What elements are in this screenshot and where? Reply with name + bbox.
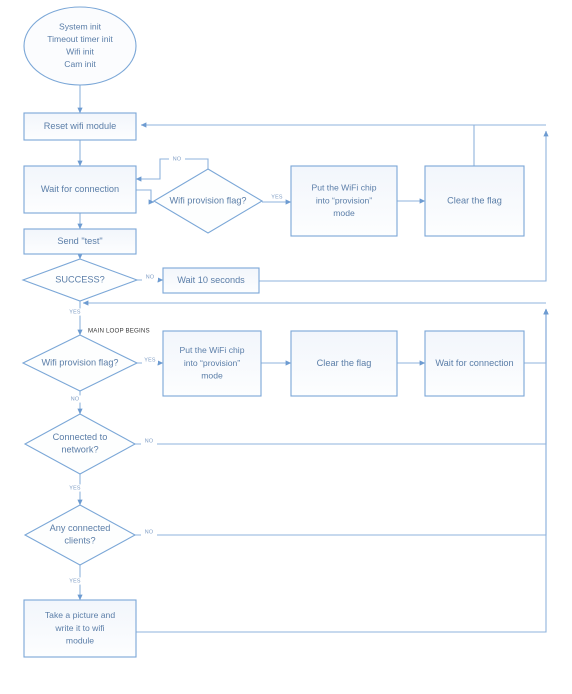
process-reset-wifi-module-label-line-0: Reset wifi module — [44, 121, 117, 131]
edge-provision-flag-yes-to-provision-mode-label: YES — [271, 194, 283, 200]
edge-provision-flag-2-no-to-connected-net-label: NO — [71, 396, 80, 402]
decision-wifi-provision-flag-init[interactable]: Wifi provision flag? — [152, 168, 264, 234]
decision-connected-to-network-label-line-0: Connected to — [53, 432, 108, 442]
process-wait-for-connection-main-loop-label-line-0: Wait for connection — [435, 358, 513, 368]
process-take-picture-write-to-wifi-module-label-line-2: module — [66, 635, 94, 645]
annotation-main-loop-begins: MAIN LOOP BEGINS — [88, 328, 150, 335]
process-take-picture-write-to-wifi-module-label-line-0: Take a picture and — [45, 610, 115, 620]
edge-connected-net-no-to-main-bus-label: NO — [145, 438, 154, 444]
decision-any-connected-clients-label-line-1: clients? — [64, 536, 95, 546]
edge-success-no-to-wait-10s-label: NO — [146, 274, 155, 280]
process-reset-wifi-module[interactable]: Reset wifi module — [23, 112, 137, 141]
decision-wifi-provision-flag-main-loop-label-line-0: Wifi provision flag? — [41, 357, 118, 367]
edge-any-clients-yes-to-take-picture-label: YES — [69, 578, 81, 584]
start-terminator-label-line-2: Wifi init — [66, 47, 94, 57]
decision-wifi-provision-flag-init-label-line-0: Wifi provision flag? — [169, 195, 246, 205]
edge-clear-flag-up-to-reset-bus — [473, 124, 540, 166]
process-wait-for-connection-init[interactable]: Wait for connection — [23, 165, 137, 214]
process-put-wifi-chip-provision-mode-init[interactable]: Put the WiFi chip into “provision” mode — [290, 165, 398, 237]
process-clear-the-flag-main-loop[interactable]: Clear the flag — [290, 330, 398, 397]
edge-wait-connection-2-to-main-bus — [524, 308, 549, 364]
process-put-wifi-chip-provision-mode-main-loop-label-line-0: Put the WiFi chip — [180, 345, 245, 355]
process-take-picture-write-to-wifi-module[interactable]: Take a picture and write it to wifi module — [23, 599, 137, 658]
decision-any-connected-clients-label-line-0: Any connected — [50, 523, 111, 533]
decision-success[interactable]: SUCCESS? — [21, 258, 139, 302]
edge-wait-connection-to-provision-flag — [136, 189, 155, 205]
decision-any-connected-clients[interactable]: Any connected clients? — [23, 504, 137, 566]
process-wait-for-connection-main-loop[interactable]: Wait for connection — [424, 330, 525, 397]
decision-wifi-provision-flag-main-loop[interactable]: Wifi provision flag? — [21, 334, 139, 392]
process-wait-10-seconds[interactable]: Wait 10 seconds — [162, 267, 260, 294]
edge-any-clients-no-to-main-bus-label: NO — [145, 529, 154, 535]
process-clear-the-flag-init[interactable]: Clear the flag — [424, 165, 525, 237]
decision-success-label-line-0: SUCCESS? — [55, 274, 105, 284]
annotations-layer: MAIN LOOP BEGINS — [88, 328, 150, 335]
process-send-test-label-line-0: Send "test" — [57, 236, 102, 246]
flowchart-svg: System init Timeout timer init Wifi init Ca… — [21, 6, 549, 658]
start-terminator[interactable]: System init Timeout timer init Wifi init Ca… — [23, 6, 137, 86]
process-take-picture-write-to-wifi-module-label-line-1: write it to wifi — [54, 623, 104, 633]
process-send-test[interactable]: Send "test" — [23, 228, 137, 255]
process-clear-the-flag-main-loop-label-line-0: Clear the flag — [317, 358, 372, 368]
process-put-wifi-chip-provision-mode-main-loop-label-line-2: mode — [201, 370, 223, 380]
edge-provision-flag-2-yes-to-provision-mode-2-label: YES — [144, 357, 156, 363]
start-terminator-label-line-3: Cam init — [64, 59, 96, 69]
process-put-wifi-chip-provision-mode-init-label-line-1: into “provision” — [316, 195, 372, 205]
edge-connected-net-yes-to-any-clients-label: YES — [69, 485, 81, 491]
process-wait-for-connection-init-label-line-0: Wait for connection — [41, 184, 119, 194]
flowchart-canvas: System init Timeout timer init Wifi init Ca… — [0, 0, 572, 694]
process-put-wifi-chip-provision-mode-init-label-line-2: mode — [333, 208, 355, 218]
process-put-wifi-chip-provision-mode-main-loop[interactable]: Put the WiFi chip into “provision” mode — [162, 330, 262, 397]
process-wait-10-seconds-label-line-0: Wait 10 seconds — [177, 275, 245, 285]
process-put-wifi-chip-provision-mode-main-loop-label-line-1: into “provision” — [184, 358, 240, 368]
edge-provision-flag-no-loop-to-wait-connection-label: NO — [173, 156, 182, 162]
edge-success-yes-to-provision-flag-2-label: YES — [69, 309, 81, 315]
process-put-wifi-chip-provision-mode-init-label-line-0: Put the WiFi chip — [312, 183, 377, 193]
process-clear-the-flag-init-label-line-0: Clear the flag — [447, 195, 502, 205]
start-terminator-label-line-1: Timeout timer init — [47, 34, 113, 44]
decision-connected-to-network[interactable]: Connected to network? — [23, 413, 137, 475]
start-terminator-label-line-0: System init — [59, 21, 102, 31]
decision-connected-to-network-label-line-1: network? — [61, 445, 98, 455]
